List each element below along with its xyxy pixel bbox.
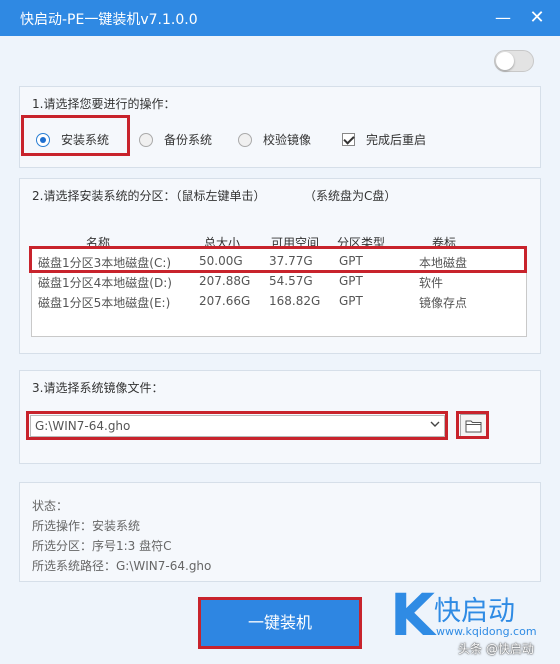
- one-click-install-button[interactable]: 一键装机: [198, 597, 362, 649]
- brand-k-logo-icon: K: [390, 581, 435, 649]
- option-backup-system[interactable]: 备份系统: [139, 131, 212, 148]
- title-bar: 快启动-PE一键装机v7.1.0.0 — ✕: [0, 0, 560, 36]
- highlight-browse-button: [456, 411, 489, 439]
- partition-panel-title: 2.请选择安装系统的分区：（鼠标左键单击）: [32, 189, 266, 203]
- partition-volume-label: 软件: [419, 276, 444, 290]
- partition-free-space: 54.57G: [269, 274, 313, 288]
- status-label: 状态：: [32, 499, 69, 513]
- close-button[interactable]: ✕: [525, 6, 549, 30]
- window-title: 快启动-PE一键装机v7.1.0.0: [20, 12, 198, 28]
- partition-total-size: 207.66G: [199, 294, 251, 308]
- partition-type: GPT: [339, 294, 363, 308]
- restart-after-checkbox[interactable]: 完成后重启: [342, 131, 426, 148]
- partition-row[interactable]: 磁盘1分区4本地磁盘(D:) 207.88G 54.57G GPT 软件: [32, 271, 526, 291]
- restart-after-label: 完成后重启: [366, 133, 427, 147]
- status-partition: 所选分区：序号1:3 盘符C: [32, 539, 172, 553]
- checkbox-checked-icon[interactable]: [342, 133, 355, 146]
- option-backup-label: 备份系统: [164, 133, 213, 147]
- partition-name: 磁盘1分区5本地磁盘(E:): [38, 296, 171, 310]
- minimize-button[interactable]: —: [491, 6, 515, 30]
- highlight-partition-row: [29, 246, 527, 273]
- brand-logo: K 快启动 www.kqidong.com 头条 @快启动: [388, 583, 560, 664]
- partition-panel-note: （系统盘为C盘）: [304, 189, 397, 203]
- option-verify-image[interactable]: 校验镜像: [238, 131, 311, 148]
- operation-panel-title: 1.请选择您要进行的操作：: [32, 97, 176, 111]
- highlight-image-select: [26, 411, 448, 440]
- brand-url: www.kqidong.com: [436, 625, 537, 638]
- highlight-install-option: [21, 115, 130, 156]
- option-verify-label: 校验镜像: [263, 133, 312, 147]
- toggle-knob: [496, 52, 514, 70]
- watermark-text: 头条 @快启动: [458, 642, 534, 656]
- partition-free-space: 168.82G: [269, 294, 321, 308]
- partition-total-size: 207.88G: [199, 274, 251, 288]
- radio-unselected-icon[interactable]: [139, 132, 153, 147]
- status-operation: 所选操作：安装系统: [32, 519, 141, 533]
- partition-row[interactable]: 磁盘1分区5本地磁盘(E:) 207.66G 168.82G GPT 镜像存点: [32, 291, 526, 311]
- partition-name: 磁盘1分区4本地磁盘(D:): [38, 276, 172, 290]
- radio-unselected-icon[interactable]: [238, 132, 252, 147]
- brand-name: 快启动: [434, 596, 515, 627]
- partition-type: GPT: [339, 274, 363, 288]
- image-panel-title: 3.请选择系统镜像文件：: [32, 381, 164, 395]
- partition-volume-label: 镜像存点: [419, 296, 468, 310]
- toggle-switch[interactable]: [494, 50, 534, 72]
- status-image-path: 所选系统路径：G:\WIN7-64.gho: [32, 559, 212, 573]
